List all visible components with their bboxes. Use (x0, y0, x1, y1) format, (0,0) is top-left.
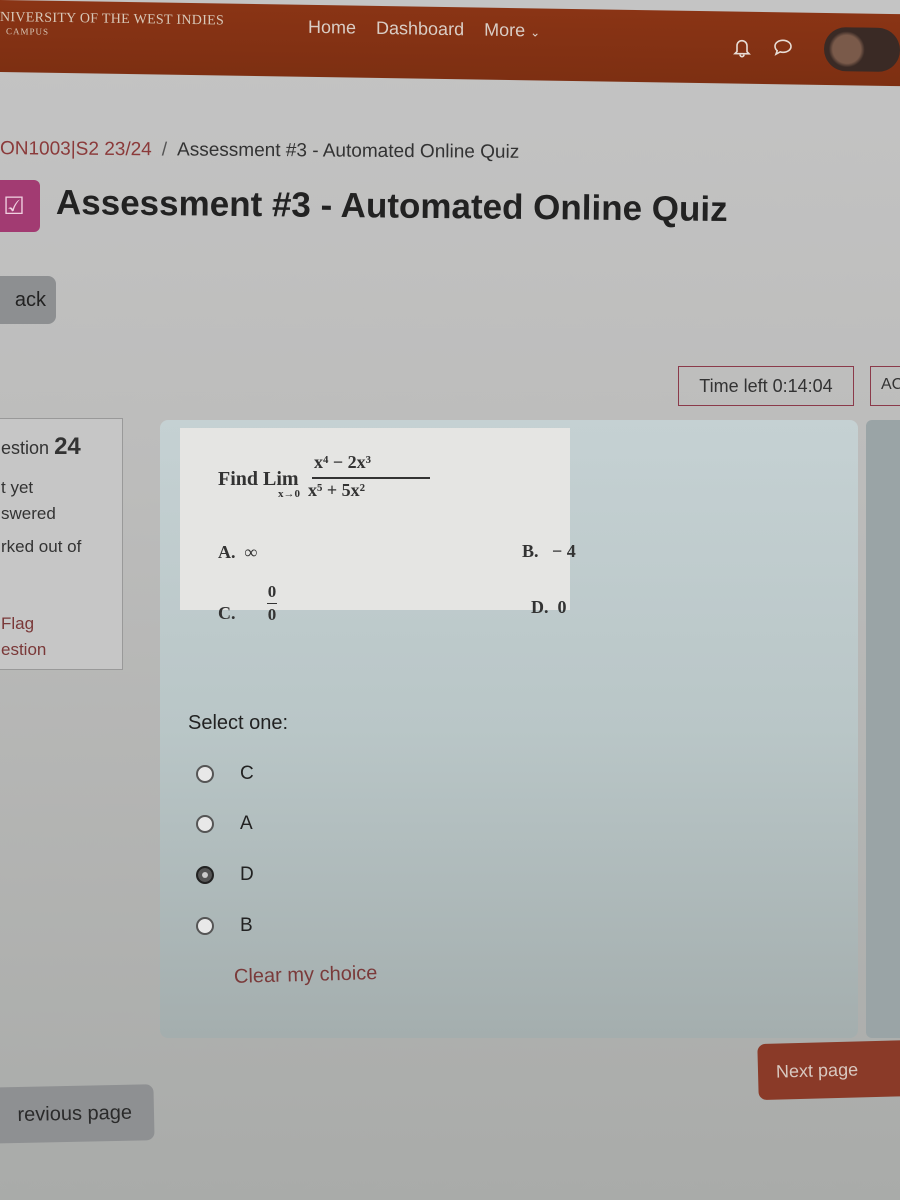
previous-page-button[interactable]: revious page (0, 1084, 155, 1144)
radio-button[interactable] (196, 815, 214, 833)
breadcrumb: ON1003|S2 23/24 / Assessment #3 - Automate… (0, 138, 519, 164)
answer-choice-c[interactable]: C (196, 763, 254, 785)
question-number: estion 24 (1, 433, 122, 461)
radio-button[interactable] (196, 917, 214, 935)
breadcrumb-separator: / (161, 139, 168, 161)
question-word: estion (1, 438, 50, 458)
question-number-value: 24 (54, 433, 81, 460)
option-c-text: C. (218, 603, 236, 623)
flag-line1: Flag (1, 614, 35, 633)
radio-button[interactable] (196, 765, 214, 783)
limit-subscript: x→0 (278, 488, 300, 500)
option-b-text: B. − 4 (522, 541, 576, 562)
breadcrumb-course[interactable]: ON1003|S2 23/24 (0, 138, 152, 160)
option-value: − 4 (552, 541, 576, 561)
answer-choice-b[interactable]: B (196, 915, 253, 937)
option-letter: B. (522, 541, 539, 561)
chevron-down-icon: ⌄ (530, 25, 541, 40)
chat-icon[interactable] (773, 38, 793, 63)
state-line2: swered (1, 504, 56, 523)
select-one-prompt: Select one: (188, 712, 289, 734)
find-word: Find (218, 468, 259, 490)
question-text-box (180, 428, 570, 610)
question-marks: rked out of (1, 537, 82, 556)
flag-line2: estion (1, 640, 47, 659)
time-left: Time left 0:14:04 (678, 366, 854, 406)
lim-word: Lim (263, 468, 299, 490)
option-value: ∞ (244, 542, 258, 562)
option-value: 0 (557, 597, 567, 617)
numerator: x⁴ − 2x³ (314, 452, 372, 472)
top-navbar: NIVERSITY OF THE WEST INDIES CAMPUS Home… (0, 0, 900, 87)
clear-choice-link[interactable]: Clear my choice (234, 962, 378, 989)
option-c-bar (267, 603, 277, 604)
choice-label: B (240, 915, 253, 936)
option-letter: D. (531, 597, 549, 617)
choice-label: C (240, 763, 254, 784)
back-button[interactable]: ack (0, 276, 56, 324)
next-page-button[interactable]: Next page (757, 1039, 900, 1101)
option-d-text: D. 0 (531, 597, 567, 618)
option-letter: A. (218, 542, 236, 562)
fraction-bar (312, 477, 430, 479)
breadcrumb-current[interactable]: Assessment #3 - Automated Online Quiz (177, 139, 519, 162)
nav-more[interactable]: More ⌄ (484, 20, 540, 42)
quiz-icon: ☑ (0, 180, 40, 232)
side-panel-edge (866, 420, 900, 1038)
radio-button-selected[interactable] (196, 866, 214, 884)
answer-choice-d[interactable]: D (196, 864, 254, 886)
option-c-fraction: 0 0 (265, 583, 279, 624)
state-line1: t yet (1, 478, 34, 497)
option-a-text: A. ∞ (218, 542, 257, 563)
nav-dashboard[interactable]: Dashboard (376, 18, 464, 40)
choice-label: A (240, 813, 253, 834)
question-info-panel: estion 24 t yet swered rked out of Flag … (0, 418, 123, 670)
choice-label: D (240, 864, 254, 885)
flag-question-link[interactable]: Flag estion (1, 611, 122, 663)
avatar[interactable] (824, 26, 900, 73)
denominator: x⁵ + 5x² (308, 480, 366, 500)
bell-icon[interactable] (733, 38, 751, 63)
question-state: t yet swered (1, 475, 122, 527)
answer-choice-a[interactable]: A (196, 813, 253, 835)
option-c-numerator: 0 (267, 582, 277, 601)
option-c-denominator: 0 (267, 605, 277, 624)
university-logo[interactable]: NIVERSITY OF THE WEST INDIES CAMPUS (0, 10, 224, 40)
page-title: Assessment #3 - Automated Online Quiz (55, 183, 728, 230)
nav-more-label: More (484, 19, 526, 41)
nav-home[interactable]: Home (308, 17, 356, 39)
timer-toggle[interactable]: AC (870, 366, 900, 406)
